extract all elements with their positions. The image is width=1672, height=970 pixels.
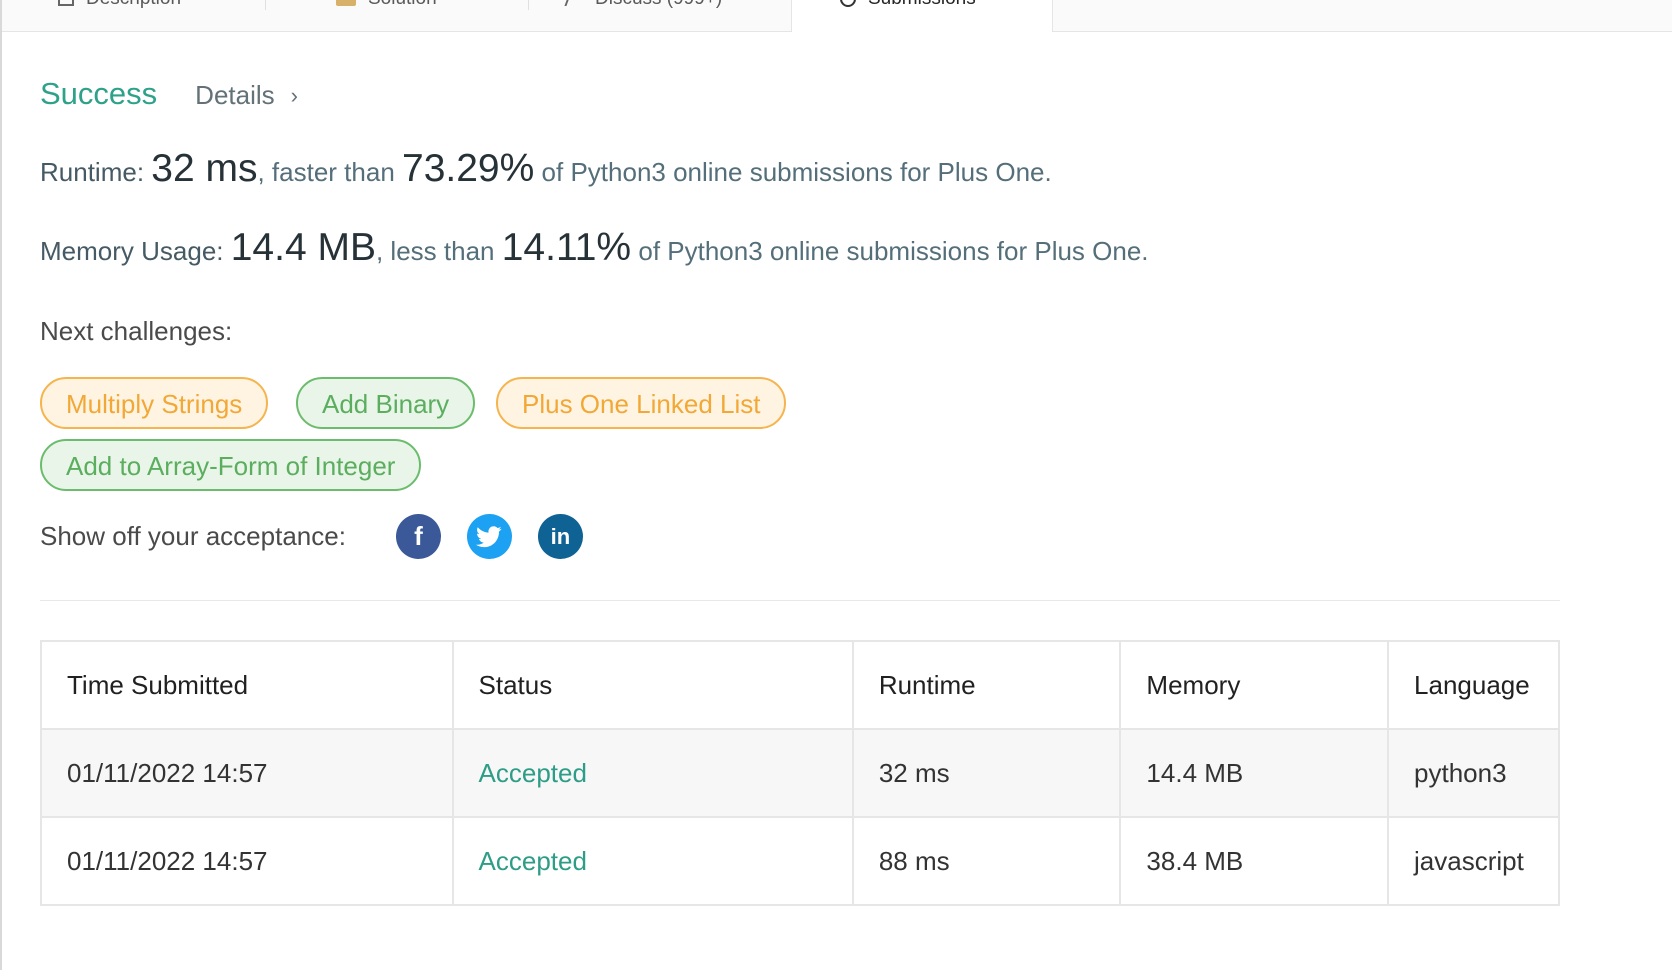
- runtime-stat: Runtime: 32 ms, faster than 73.29% of Py…: [40, 147, 1052, 191]
- challenge-tag-add-to-array-form[interactable]: Add to Array-Form of Integer: [40, 439, 422, 491]
- result-header: Success Details ›: [40, 76, 298, 112]
- memory-value: 14.4 MB: [230, 226, 376, 269]
- cell-language: python3: [1387, 728, 1560, 818]
- share-row: Show off your acceptance: f in: [40, 514, 583, 559]
- tab-bar-fill: [1053, 0, 1672, 32]
- column-header-status[interactable]: Status: [451, 640, 854, 730]
- next-challenges-label: Next challenges:: [40, 316, 233, 346]
- tab-label: Description: [86, 0, 181, 10]
- tab-discuss[interactable]: Discuss (999+): [529, 0, 791, 32]
- cell-runtime: 32 ms: [851, 728, 1122, 818]
- column-header-language[interactable]: Language: [1387, 640, 1560, 730]
- submissions-table: Time Submitted Status Runtime Memory Lan…: [40, 640, 1560, 906]
- section-divider: [40, 600, 1560, 601]
- cell-status-link[interactable]: Accepted: [451, 816, 854, 906]
- table-header-row: Time Submitted Status Runtime Memory Lan…: [40, 640, 1560, 730]
- runtime-suffix: of Python3 online submissions for Plus O…: [541, 157, 1052, 187]
- solution-icon: [336, 0, 356, 6]
- tab-label: Solution: [368, 0, 437, 10]
- memory-percent: 14.11%: [501, 226, 632, 269]
- runtime-compare-text: , faster than: [257, 157, 395, 187]
- success-status: Success: [40, 76, 158, 111]
- details-label: Details: [195, 80, 275, 110]
- twitter-icon[interactable]: [466, 514, 512, 559]
- memory-stat: Memory Usage: 14.4 MB, less than 14.11% …: [40, 226, 1149, 270]
- cell-time: 01/11/2022 14:57: [40, 816, 454, 906]
- challenge-tag-add-binary[interactable]: Add Binary: [296, 377, 476, 429]
- linkedin-icon[interactable]: in: [537, 514, 583, 559]
- cell-status-link[interactable]: Accepted: [451, 728, 854, 818]
- tab-solution[interactable]: Solution: [266, 0, 529, 32]
- problem-tab-bar: Description Solution Discuss (999+) Subm…: [2, 0, 1672, 33]
- column-header-memory[interactable]: Memory: [1119, 640, 1390, 730]
- cell-time: 01/11/2022 14:57: [40, 728, 454, 818]
- column-header-runtime[interactable]: Runtime: [851, 640, 1122, 730]
- tab-label: Discuss (999+): [595, 0, 722, 10]
- left-border: [0, 0, 2, 970]
- discuss-icon: [564, 0, 586, 6]
- facebook-icon[interactable]: f: [395, 514, 441, 559]
- clock-icon: [840, 0, 856, 7]
- tab-description[interactable]: Description: [2, 0, 266, 32]
- runtime-percent: 73.29%: [402, 147, 535, 190]
- cell-memory: 14.4 MB: [1119, 728, 1390, 818]
- tab-label: Submissions: [868, 0, 976, 10]
- memory-compare-text: , less than: [375, 236, 495, 266]
- tab-submissions[interactable]: Submissions: [791, 0, 1053, 32]
- chevron-right-icon: ›: [290, 82, 298, 108]
- memory-label: Memory Usage:: [40, 236, 224, 266]
- column-header-time[interactable]: Time Submitted: [40, 640, 454, 730]
- share-label: Show off your acceptance:: [40, 521, 346, 551]
- cell-runtime: 88 ms: [851, 816, 1122, 906]
- challenge-tag-multiply-strings[interactable]: Multiply Strings: [40, 377, 269, 429]
- cell-language: javascript: [1387, 816, 1560, 906]
- cell-memory: 38.4 MB: [1119, 816, 1390, 906]
- document-icon: [58, 0, 74, 6]
- challenge-tag-plus-one-linked-list[interactable]: Plus One Linked List: [496, 377, 787, 429]
- memory-suffix: of Python3 online submissions for Plus O…: [638, 236, 1149, 266]
- table-row[interactable]: 01/11/2022 14:57 Accepted 88 ms 38.4 MB …: [40, 816, 1560, 906]
- table-row[interactable]: 01/11/2022 14:57 Accepted 32 ms 14.4 MB …: [40, 728, 1560, 818]
- details-link[interactable]: Details ›: [195, 80, 298, 111]
- runtime-value: 32 ms: [151, 147, 258, 190]
- runtime-label: Runtime:: [40, 157, 145, 187]
